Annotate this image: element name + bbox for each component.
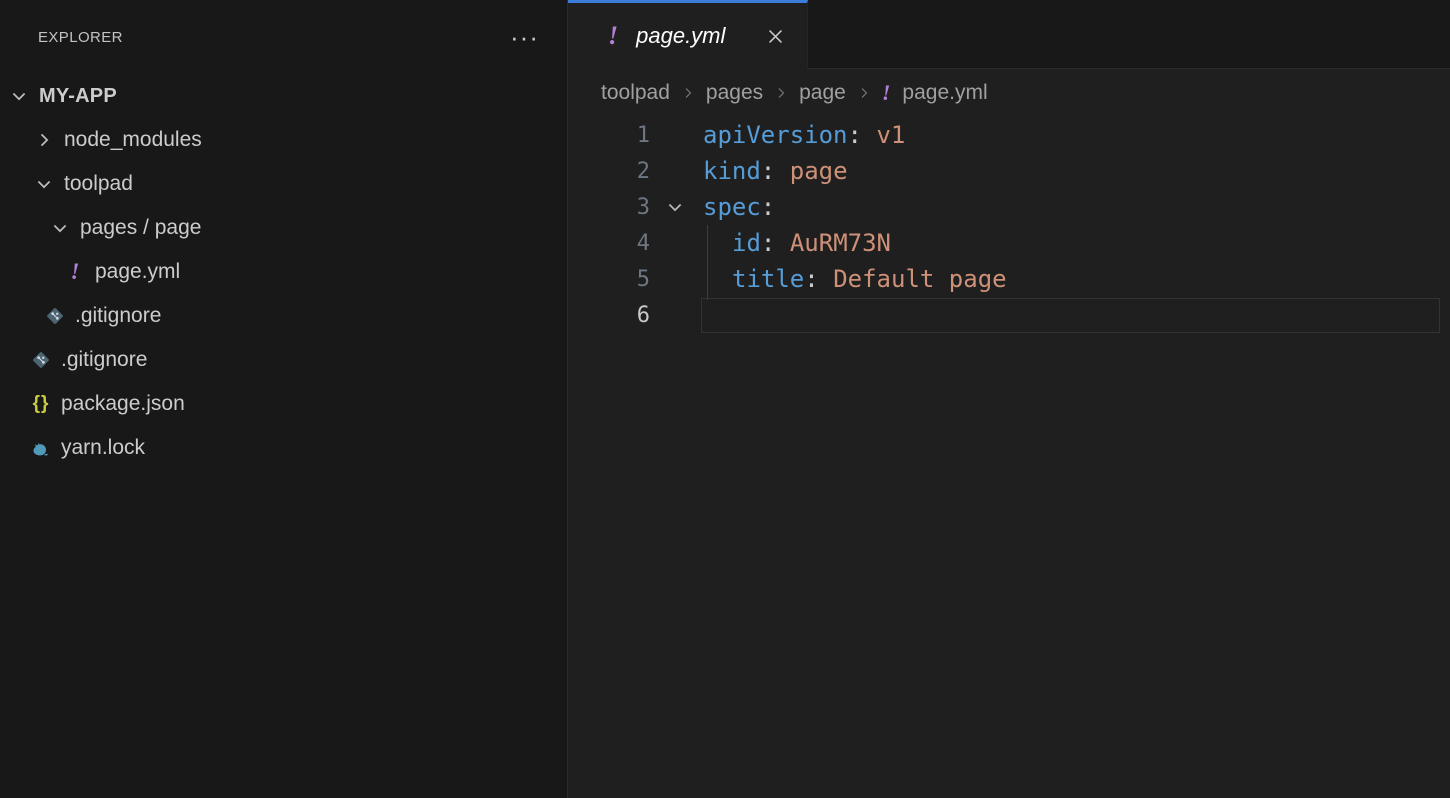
tree-item-label: toolpad xyxy=(64,172,133,196)
yaml-colon: : xyxy=(761,193,775,221)
chevron-right-icon xyxy=(33,129,55,151)
yaml-warning-icon: ! xyxy=(608,21,618,51)
chevron-down-icon xyxy=(33,173,55,195)
line-number: 4 xyxy=(568,231,650,256)
code-line-3: 3 spec: xyxy=(568,189,1450,225)
line-number: 2 xyxy=(568,159,650,184)
tree-item-gitignore-root[interactable]: .gitignore xyxy=(0,338,567,382)
tree-item-label: yarn.lock xyxy=(61,436,145,460)
tree-item-my-app[interactable]: MY-APP xyxy=(0,74,567,118)
tree-item-page-yml[interactable]: ! page.yml xyxy=(0,250,567,294)
fold-chevron-icon[interactable] xyxy=(650,197,703,217)
code-line-6: 6 xyxy=(568,297,1450,333)
tab-title: page.yml xyxy=(636,23,766,49)
tab-page-yml[interactable]: ! page.yml xyxy=(568,0,808,69)
chevron-right-icon xyxy=(680,85,696,101)
tree-item-label: MY-APP xyxy=(39,85,117,108)
tree-item-label: pages / page xyxy=(80,216,201,240)
current-line-highlight xyxy=(701,298,1440,333)
yaml-value: Default page xyxy=(833,265,1006,293)
line-number: 3 xyxy=(568,195,650,220)
breadcrumb-item-page[interactable]: page xyxy=(799,81,846,105)
git-icon xyxy=(44,305,66,327)
more-actions-icon[interactable]: ··· xyxy=(510,32,539,42)
yaml-key: spec xyxy=(703,193,761,221)
line-number: 1 xyxy=(568,123,650,148)
breadcrumb-item-toolpad[interactable]: toolpad xyxy=(601,81,670,105)
yaml-key: kind xyxy=(703,157,761,185)
yaml-colon: : xyxy=(804,265,818,293)
yaml-warning-icon: ! xyxy=(64,261,86,283)
breadcrumb: toolpad pages page ! page.yml xyxy=(568,69,1450,117)
file-tree: MY-APP node_modules toolpad pages / page xyxy=(0,74,567,470)
git-icon xyxy=(30,349,52,371)
tree-item-label: node_modules xyxy=(64,128,202,152)
breadcrumb-item-pages[interactable]: pages xyxy=(706,81,763,105)
code-line-2: 2 kind: page xyxy=(568,153,1450,189)
breadcrumb-item-file[interactable]: page.yml xyxy=(902,81,987,105)
line-number: 6 xyxy=(568,303,650,328)
vscode-window: EXPLORER ··· MY-APP node_modules to xyxy=(0,0,1450,798)
tree-item-node-modules[interactable]: node_modules xyxy=(0,118,567,162)
chevron-down-icon xyxy=(8,85,30,107)
editor-group: ! page.yml toolpad pages page ! page.yml xyxy=(568,0,1450,798)
close-icon[interactable] xyxy=(766,27,785,46)
tree-item-label: .gitignore xyxy=(61,348,147,372)
yaml-value: page xyxy=(790,157,848,185)
tree-item-gitignore-nested[interactable]: .gitignore xyxy=(0,294,567,338)
code-line-1: 1 apiVersion: v1 xyxy=(568,117,1450,153)
yaml-key: apiVersion xyxy=(703,121,848,149)
tab-bar: ! page.yml xyxy=(568,0,1450,69)
tree-item-yarn-lock[interactable]: yarn.lock xyxy=(0,426,567,470)
tree-item-toolpad[interactable]: toolpad xyxy=(0,162,567,206)
tree-item-pages-page[interactable]: pages / page xyxy=(0,206,567,250)
chevron-right-icon xyxy=(856,85,872,101)
yaml-colon: : xyxy=(761,229,775,257)
explorer-sidebar: EXPLORER ··· MY-APP node_modules to xyxy=(0,0,568,798)
yaml-key: title xyxy=(732,265,804,293)
yaml-colon: : xyxy=(848,121,862,149)
yaml-value: v1 xyxy=(876,121,905,149)
code-line-4: 4 id: AuRM73N xyxy=(568,225,1450,261)
chevron-right-icon xyxy=(773,85,789,101)
line-number: 5 xyxy=(568,267,650,292)
code-area[interactable]: 1 apiVersion:v1 2 kind:page 3 sp xyxy=(568,117,1450,798)
yaml-value: AuRM73N xyxy=(790,229,891,257)
json-icon: {} xyxy=(30,393,52,415)
yaml-key: id xyxy=(732,229,761,257)
yarn-icon xyxy=(30,437,52,459)
explorer-header: EXPLORER ··· xyxy=(0,0,567,74)
tree-item-label: package.json xyxy=(61,392,185,416)
tree-item-label: .gitignore xyxy=(75,304,161,328)
yaml-warning-icon: ! xyxy=(882,80,891,106)
code-line-5: 5 title: Default page xyxy=(568,261,1450,297)
chevron-down-icon xyxy=(49,217,71,239)
explorer-title: EXPLORER xyxy=(38,29,123,46)
yaml-colon: : xyxy=(761,157,775,185)
tree-item-package-json[interactable]: {} package.json xyxy=(0,382,567,426)
tree-item-label: page.yml xyxy=(95,260,180,284)
